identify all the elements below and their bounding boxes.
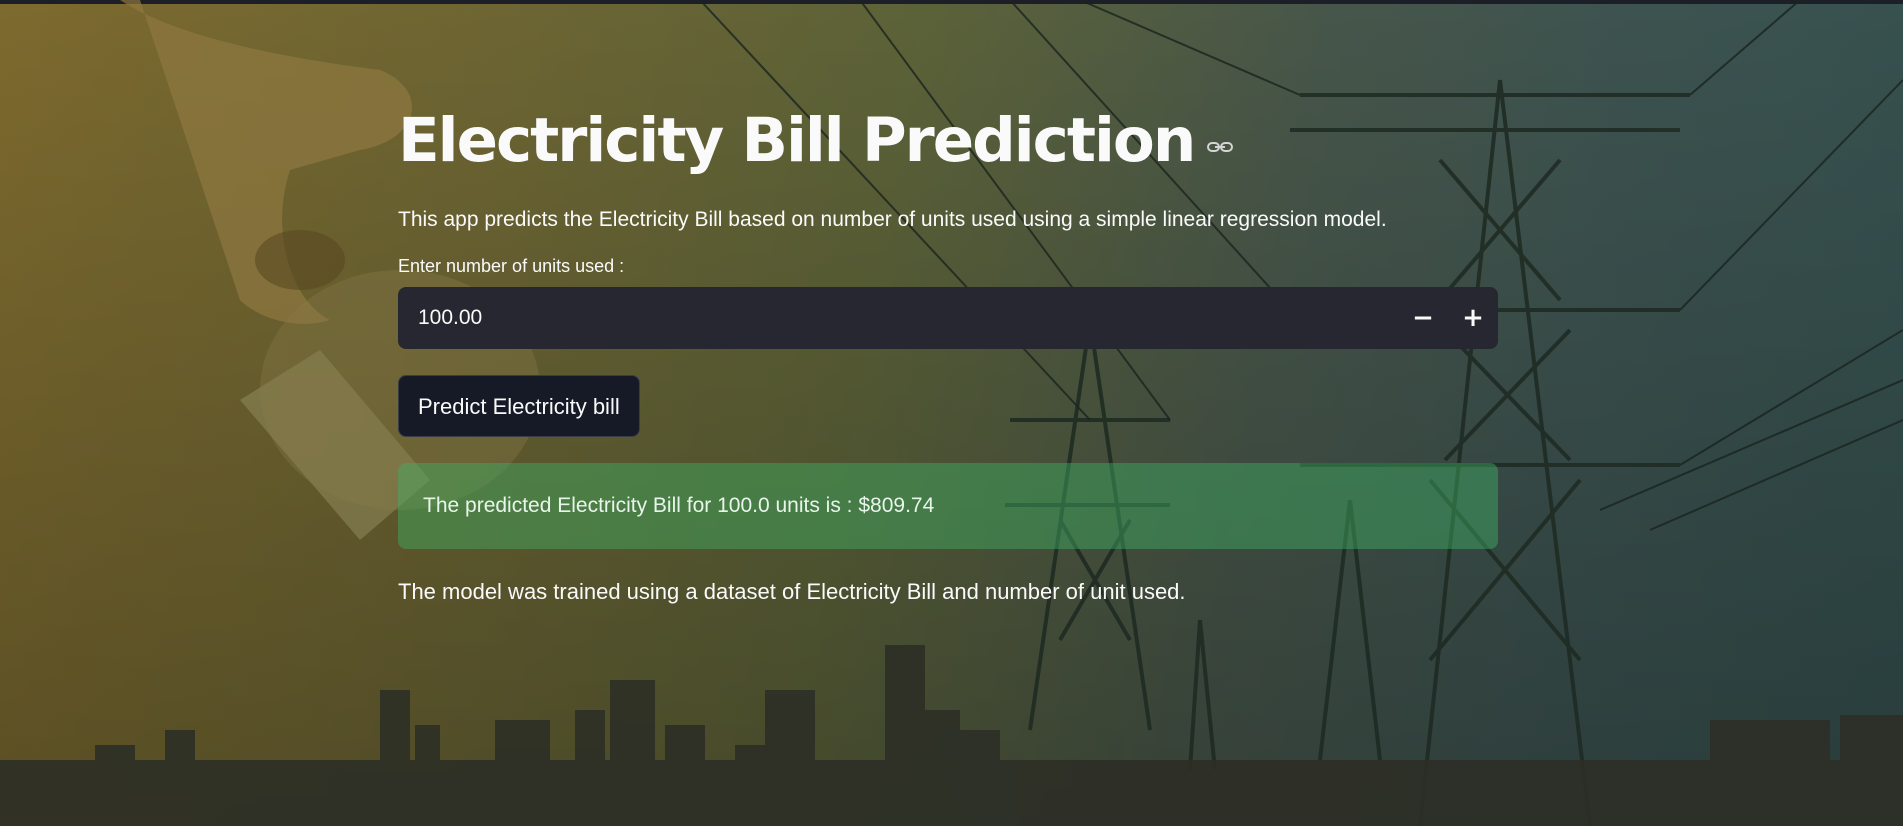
model-info-text: The model was trained using a dataset of… bbox=[398, 579, 1186, 604]
units-input-label: Enter number of units used : bbox=[398, 256, 625, 276]
units-input-value[interactable]: 100.00 bbox=[418, 306, 1398, 330]
predict-button[interactable]: Predict Electricity bill bbox=[398, 375, 640, 437]
decrement-button[interactable]: − bbox=[1398, 287, 1448, 349]
main-content: Electricity Bill Prediction This app pre… bbox=[398, 90, 1498, 605]
increment-button[interactable]: + bbox=[1448, 287, 1498, 349]
page-title: Electricity Bill Prediction bbox=[398, 104, 1196, 176]
link-icon[interactable] bbox=[1206, 138, 1234, 156]
app-root: Electricity Bill Prediction This app pre… bbox=[0, 0, 1903, 826]
title-row: Electricity Bill Prediction bbox=[398, 90, 1498, 190]
prediction-result-text: The predicted Electricity Bill for 100.0… bbox=[423, 494, 935, 517]
units-number-input[interactable]: 100.00 − + bbox=[398, 287, 1498, 349]
app-description: This app predicts the Electricity Bill b… bbox=[398, 208, 1387, 231]
prediction-result-alert: The predicted Electricity Bill for 100.0… bbox=[398, 463, 1498, 549]
